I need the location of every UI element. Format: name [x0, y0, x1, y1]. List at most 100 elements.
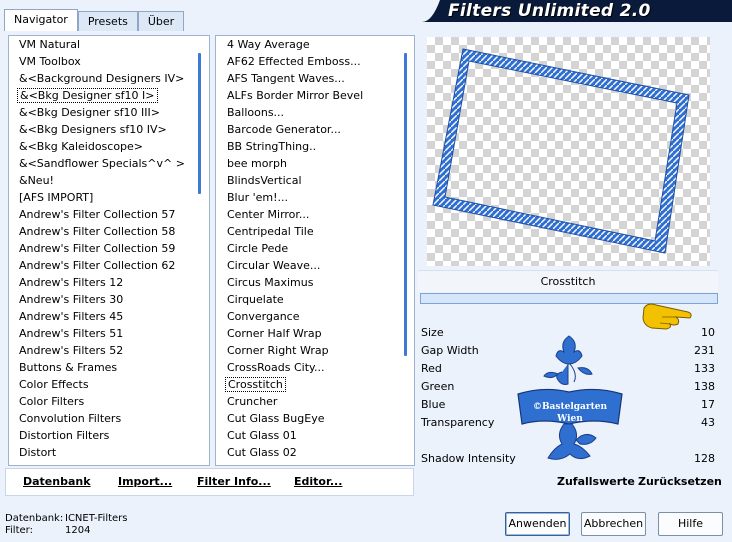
- tab-bar: Navigator Presets Über: [4, 9, 185, 31]
- filter-item[interactable]: 4 Way Average: [225, 36, 414, 53]
- filter-item[interactable]: AF62 Effected Emboss...: [225, 53, 414, 70]
- category-item[interactable]: Distort: [17, 444, 209, 461]
- filter-item[interactable]: Blur 'em!...: [225, 189, 414, 206]
- filter-item[interactable]: CrossRoads City...: [225, 359, 414, 376]
- filter-item[interactable]: ALFs Border Mirror Bevel: [225, 87, 414, 104]
- cancel-button[interactable]: Abbrechen: [581, 512, 646, 536]
- parameter-row[interactable]: Red 133: [418, 360, 718, 378]
- filter-item[interactable]: Circle Pede: [225, 240, 414, 257]
- filter-item[interactable]: Balloons...: [225, 104, 414, 121]
- filter-item[interactable]: AFS Tangent Waves...: [225, 70, 414, 87]
- category-item[interactable]: Andrew's Filter Collection 62: [17, 257, 209, 274]
- category-item[interactable]: VM Natural: [17, 36, 209, 53]
- category-item[interactable]: Andrew's Filters 45: [17, 308, 209, 325]
- filter-info-link[interactable]: Filter Info...: [197, 475, 271, 488]
- category-item[interactable]: VM Toolbox: [17, 53, 209, 70]
- parameter-value: 128: [694, 452, 715, 465]
- category-item[interactable]: Andrew's Filter Collection 58: [17, 223, 209, 240]
- filter-item[interactable]: Circular Weave...: [225, 257, 414, 274]
- category-item[interactable]: &<Bkg Designer sf10 III>: [17, 104, 209, 121]
- category-list[interactable]: VM Natural VM Toolbox &<Background Designe…: [8, 35, 210, 466]
- category-item[interactable]: &<Bkg Designers sf10 IV>: [17, 121, 209, 138]
- filter-item[interactable]: bee morph: [225, 155, 414, 172]
- category-item[interactable]: Color Filters: [17, 393, 209, 410]
- filter-item[interactable]: Cut Glass BugEye: [225, 410, 414, 427]
- category-item[interactable]: Andrew's Filters 51: [17, 325, 209, 342]
- category-item[interactable]: Andrew's Filters 52: [17, 342, 209, 359]
- category-item[interactable]: &<Bkg Kaleidoscope>: [17, 138, 209, 155]
- category-scrollbar[interactable]: [194, 36, 208, 465]
- crosstitch-frame-preview: [432, 48, 690, 254]
- category-item[interactable]: Andrew's Filter Collection 57: [17, 206, 209, 223]
- apply-button[interactable]: Anwenden: [505, 512, 570, 536]
- category-item[interactable]: Color Effects: [17, 376, 209, 393]
- datenbank-link[interactable]: Datenbank: [23, 475, 91, 488]
- category-item[interactable]: &Neu!: [17, 172, 209, 189]
- parameter-label: Shadow Intensity: [421, 452, 516, 465]
- filter-scrollbar-thumb[interactable]: [404, 53, 407, 356]
- randomize-link[interactable]: Zufallswerte: [557, 475, 635, 488]
- category-item-label: &Neu!: [19, 174, 54, 187]
- category-item-label: Color Filters: [19, 395, 85, 408]
- filter-item-label: Centripedal Tile: [227, 225, 314, 238]
- category-item-label: Distort: [19, 446, 57, 459]
- filter-scrollbar[interactable]: [399, 36, 413, 465]
- category-item[interactable]: Convolution Filters: [17, 410, 209, 427]
- filter-item-label: bee morph: [227, 157, 287, 170]
- category-item-label: Andrew's Filters 12: [19, 276, 124, 289]
- category-item[interactable]: &<Sandflower Specials^v^ >: [17, 155, 209, 172]
- category-item[interactable]: Andrew's Filter Collection 59: [17, 240, 209, 257]
- parameter-row[interactable]: Size 10: [418, 324, 718, 342]
- import-link[interactable]: Import...: [118, 475, 172, 488]
- category-item-label: VM Toolbox: [19, 55, 81, 68]
- filter-item-label: Cut Glass 01: [227, 429, 297, 442]
- category-item-label: &<Background Designers IV>: [19, 72, 185, 85]
- filter-item-label: BlindsVertical: [227, 174, 302, 187]
- parameter-label: Red: [421, 362, 442, 375]
- category-item-label: Andrew's Filters 52: [19, 344, 124, 357]
- filter-item[interactable]: Cut Glass 01: [225, 427, 414, 444]
- tab-about[interactable]: Über: [137, 11, 185, 31]
- category-item[interactable]: Andrew's Filters 30: [17, 291, 209, 308]
- category-item[interactable]: Andrew's Filters 12: [17, 274, 209, 291]
- filter-list[interactable]: 4 Way Average AF62 Effected Emboss... AFS …: [215, 35, 415, 466]
- filter-item-label: Convergance: [227, 310, 300, 323]
- category-item[interactable]: Buttons & Frames: [17, 359, 209, 376]
- tab-navigator[interactable]: Navigator: [4, 9, 78, 31]
- filter-item[interactable]: Center Mirror...: [225, 206, 414, 223]
- parameter-row[interactable]: Green 138: [418, 378, 718, 396]
- category-item[interactable]: [AFS IMPORT]: [17, 189, 209, 206]
- category-item-label: Andrew's Filters 30: [19, 293, 124, 306]
- filter-item[interactable]: Centripedal Tile: [225, 223, 414, 240]
- reset-link[interactable]: Zurücksetzen: [638, 475, 722, 488]
- filter-item-label: Balloons...: [227, 106, 285, 119]
- filter-item[interactable]: Cut Glass 02: [225, 444, 414, 461]
- filter-item[interactable]: Cruncher: [225, 393, 414, 410]
- help-button[interactable]: Hilfe: [658, 512, 723, 536]
- filter-item-label: Cirquelate: [227, 293, 284, 306]
- editor-link[interactable]: Editor...: [294, 475, 342, 488]
- filter-item[interactable]: Corner Right Wrap: [225, 342, 414, 359]
- filter-item[interactable]: Circus Maximus: [225, 274, 414, 291]
- filter-item[interactable]: Crosstitch: [225, 376, 414, 393]
- filter-item[interactable]: BlindsVertical: [225, 172, 414, 189]
- category-scrollbar-thumb[interactable]: [198, 53, 201, 194]
- filter-item[interactable]: Cirquelate: [225, 291, 414, 308]
- category-item[interactable]: &<Bkg Designer sf10 I>: [17, 87, 209, 104]
- filter-item[interactable]: Barcode Generator...: [225, 121, 414, 138]
- filter-item-label: Corner Half Wrap: [227, 327, 322, 340]
- filter-item[interactable]: Corner Half Wrap: [225, 325, 414, 342]
- filter-item[interactable]: BB StringThing..: [225, 138, 414, 155]
- category-item[interactable]: &<Background Designers IV>: [17, 70, 209, 87]
- parameter-row[interactable]: Shadow Intensity 128: [418, 450, 718, 468]
- parameter-row[interactable]: Blue 17: [418, 396, 718, 414]
- filter-item-label: BB StringThing..: [227, 140, 317, 153]
- parameter-row[interactable]: Gap Width 231: [418, 342, 718, 360]
- selected-filter-name: Crosstitch: [418, 270, 718, 292]
- tab-presets[interactable]: Presets: [77, 11, 138, 31]
- category-item[interactable]: Distortion Filters: [17, 427, 209, 444]
- filter-item-label: Blur 'em!...: [227, 191, 288, 204]
- parameter-row[interactable]: Transparency 43: [418, 414, 718, 432]
- category-item-label: Andrew's Filter Collection 58: [19, 225, 176, 238]
- filter-item[interactable]: Convergance: [225, 308, 414, 325]
